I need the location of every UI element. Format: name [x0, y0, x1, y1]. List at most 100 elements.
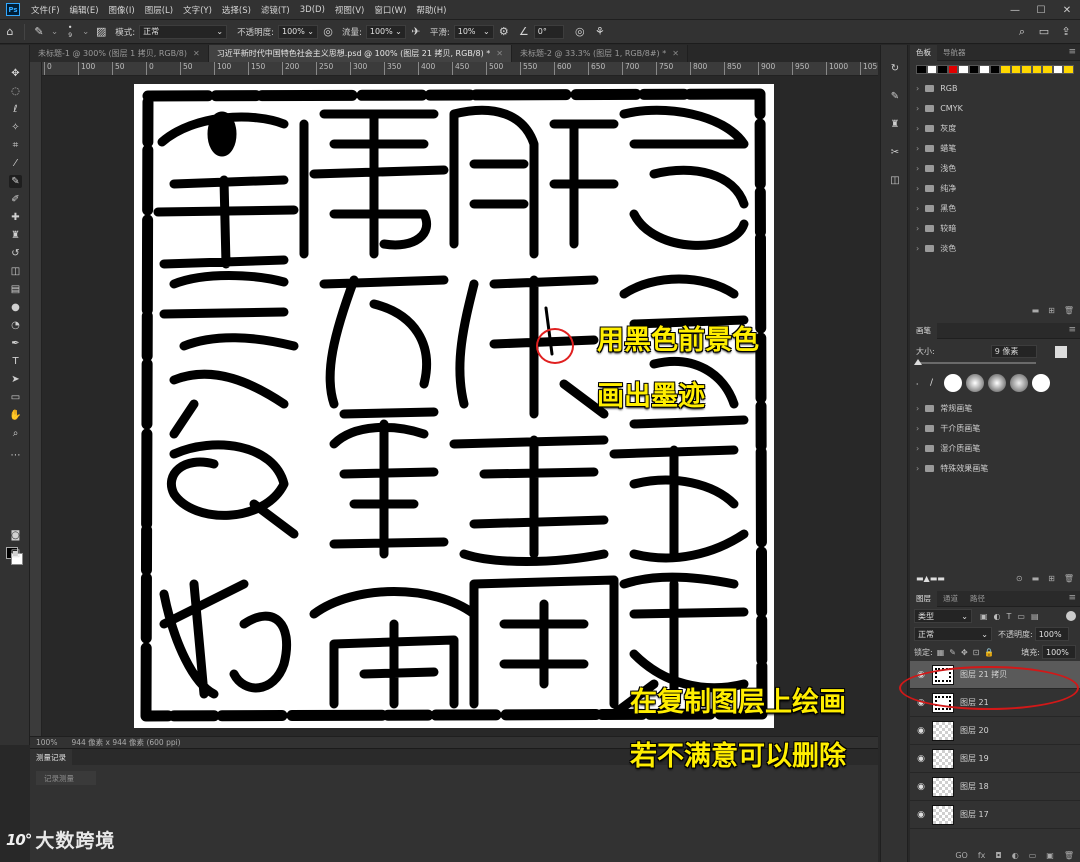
close-icon[interactable]: ✕ [672, 49, 679, 58]
brush-tip-hard-round[interactable] [944, 374, 962, 392]
slider-handle[interactable] [914, 359, 922, 365]
document-info[interactable]: 944 像素 x 944 像素 (600 ppi) [71, 737, 180, 748]
color-swatch[interactable] [947, 65, 959, 74]
clone-stamp-tool-icon[interactable]: ♜ [9, 229, 22, 242]
hand-tool-icon[interactable]: ✋ [9, 409, 22, 422]
brush-picker-chevron-icon[interactable]: ⌄ [82, 27, 89, 37]
horizontal-ruler[interactable]: 0 100 50 0 50 100 150 200 250 300 350 400 450 500 550 6… [42, 62, 878, 76]
layer-filter-icons[interactable]: ▣◐T▭▤ [980, 612, 1045, 621]
close-icon[interactable]: ✕ [193, 49, 200, 58]
color-swatch[interactable] [1042, 65, 1053, 74]
swatch-group-pure[interactable]: › 纯净 [910, 178, 1080, 198]
brush-settings-icon[interactable]: ✎ [888, 89, 902, 103]
brush-preset-picker[interactable]: • 9 [60, 22, 80, 42]
tab-untitled-1[interactable]: 未标题-1 @ 300% (图层 1 拷贝, RGB/8) ✕ [30, 45, 209, 62]
path-selection-tool-icon[interactable]: ➤ [9, 373, 22, 386]
trash-icon[interactable]: 🗑 [1064, 306, 1074, 315]
angle-field[interactable]: 0° [533, 24, 564, 39]
eye-icon[interactable]: ◉ [914, 810, 928, 820]
new-swatch-icon[interactable]: ⊞ [1048, 306, 1055, 315]
pressure-size-icon[interactable]: ◎ [570, 22, 590, 42]
brush-tip-soft-large[interactable] [988, 374, 1006, 392]
layer-row[interactable]: ◉ 图层 17 [910, 801, 1080, 829]
trash-icon[interactable]: 🗑 [1064, 574, 1074, 583]
workspace-icon[interactable]: ▭ [1034, 22, 1054, 42]
color-swatch[interactable] [916, 65, 927, 74]
eye-icon[interactable]: ◉ [914, 754, 928, 764]
quick-mask-icon[interactable]: ◙ [9, 529, 22, 542]
blend-mode-select[interactable]: 正常 ⌄ [914, 627, 992, 641]
menu-image[interactable]: 图像(I) [104, 4, 140, 16]
layer-filter-select[interactable]: 类型 ⌄ [914, 609, 972, 623]
tab-channels[interactable]: 通道 [937, 591, 964, 607]
fx-icon[interactable]: fx [978, 851, 986, 860]
menu-type[interactable]: 文字(Y) [178, 4, 217, 16]
tab-measurement-log[interactable]: 测量记录 [30, 749, 72, 765]
layer-row[interactable]: ◉ 图层 18 [910, 773, 1080, 801]
tab-untitled-2[interactable]: 未标题-2 @ 33.3% (图层 1, RGB/8#) * ✕ [511, 45, 688, 62]
menu-select[interactable]: 选择(S) [217, 4, 256, 16]
flow-field[interactable]: 100% ⌄ [365, 24, 406, 39]
brush-tool-icon[interactable]: ✎ [9, 175, 22, 188]
type-tool-icon[interactable]: T [9, 355, 22, 368]
eraser-tool-icon[interactable]: ◫ [9, 265, 22, 278]
link-layers-icon[interactable]: GO [955, 851, 968, 860]
share-icon[interactable]: ⇪ [1056, 22, 1076, 42]
color-swatch[interactable] [968, 65, 980, 74]
close-icon[interactable]: ✕ [496, 49, 503, 58]
pen-tool-icon[interactable]: ✒ [9, 337, 22, 350]
tab-brushes[interactable]: 画笔 [910, 322, 937, 339]
new-group-icon[interactable]: ▬ [1032, 574, 1040, 583]
healing-brush-tool-icon[interactable]: ✚ [9, 211, 22, 224]
swatch-group-grayscale[interactable]: › 灰度 [910, 118, 1080, 138]
brush-group-dry-media[interactable]: › 干介质画笔 [910, 418, 1080, 438]
vertical-ruler[interactable] [30, 62, 42, 736]
pencil-tool-icon[interactable]: ✐ [9, 193, 22, 206]
search-icon[interactable]: ⌕ [1012, 22, 1032, 42]
menu-layer[interactable]: 图层(L) [140, 4, 178, 16]
airbrush-icon[interactable]: ✈ [406, 22, 426, 42]
preset-dropdown-chevron-icon[interactable]: ⌄ [51, 27, 58, 37]
color-swatch[interactable] [926, 65, 938, 74]
new-brush-icon[interactable]: ⊞ [1048, 574, 1055, 583]
menu-file[interactable]: 文件(F) [26, 4, 65, 16]
menu-window[interactable]: 窗口(W) [369, 4, 411, 16]
marquee-tool-icon[interactable]: ◌ [9, 85, 22, 98]
zoom-tool-icon[interactable]: ⌕ [9, 427, 22, 440]
zoom-level[interactable]: 100% [36, 738, 57, 747]
brush-size-mini-slider[interactable]: ▬▲▬▬ [916, 574, 945, 583]
opacity-field[interactable]: 100% ⌄ [278, 24, 318, 39]
eye-icon[interactable]: ◉ [914, 782, 928, 792]
panel-menu-icon[interactable]: ≡ [1068, 593, 1076, 603]
brush-tip-soft-medium[interactable] [1010, 374, 1028, 392]
filter-toggle-icon[interactable] [1066, 611, 1076, 621]
layer-row[interactable]: ◉ 图层 19 [910, 745, 1080, 773]
color-swatch[interactable] [1010, 65, 1022, 74]
pressure-opacity-icon[interactable]: ◎ [318, 22, 338, 42]
fill-field[interactable]: 100% [1042, 645, 1076, 659]
swatch-group-rgb[interactable]: › RGB [910, 78, 1080, 98]
swatch-group-light[interactable]: › 浅色 [910, 158, 1080, 178]
swatch-group-cmyk[interactable]: › CMYK [910, 98, 1080, 118]
color-swatch[interactable] [1031, 65, 1043, 74]
color-swatch[interactable] [1063, 65, 1074, 74]
properties-icon[interactable]: ◫ [888, 173, 902, 187]
quick-select-tool-icon[interactable]: ✧ [9, 121, 22, 134]
color-swatch[interactable] [989, 65, 1001, 74]
menu-filter[interactable]: 滤镜(T) [256, 4, 295, 16]
swatch-group-pastel[interactable]: › 蜡笔 [910, 138, 1080, 158]
color-swatch[interactable] [979, 65, 990, 74]
color-swatch[interactable] [937, 65, 948, 74]
symmetry-icon[interactable]: ⚘ [590, 22, 610, 42]
gradient-tool-icon[interactable]: ▤ [9, 283, 22, 296]
new-group-icon[interactable]: ▭ [1029, 851, 1037, 860]
brush-group-wet-media[interactable]: › 湿介质画笔 [910, 438, 1080, 458]
brush-size-slider[interactable] [914, 359, 1036, 365]
brush-tip-hard-small[interactable]: / [930, 378, 940, 388]
color-swatch[interactable] [1052, 65, 1064, 74]
history-brush-tool-icon[interactable]: ↺ [9, 247, 22, 260]
menu-edit[interactable]: 编辑(E) [65, 4, 104, 16]
mode-select[interactable]: 正常 ⌄ [139, 24, 228, 39]
canvas-area[interactable] [42, 76, 878, 736]
tab-swatches[interactable]: 色板 [910, 44, 937, 61]
